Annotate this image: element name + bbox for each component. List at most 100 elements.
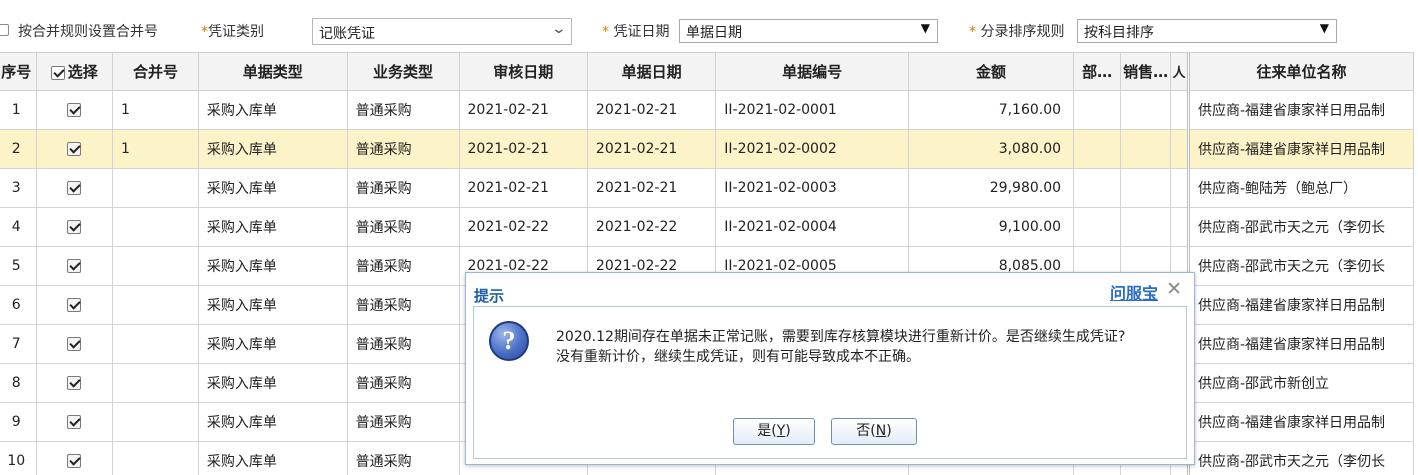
filter-bar: 按合并规则设置合并号 *凭证类别 记账凭证 ⌄ * 凭证日期 单据日期 ▼ * … xyxy=(0,0,1418,52)
checkbox-checked-icon[interactable] xyxy=(67,220,82,234)
merge-rule-checkbox[interactable] xyxy=(0,24,9,36)
yes-button[interactable]: 是(Y) xyxy=(733,418,815,445)
table-row[interactable]: 4 采购入库单 普通采购 2021-02-22 2021-02-22 II-2021-02… xyxy=(0,207,1415,247)
cell-seq: 6 xyxy=(0,285,37,325)
cell-select[interactable] xyxy=(35,441,114,475)
cell-seq: 2 xyxy=(0,129,37,169)
cell-dept xyxy=(1073,168,1122,208)
cell-merge xyxy=(112,246,199,286)
col-header-sales[interactable]: 销售… xyxy=(1120,52,1171,91)
dialog-message-line2: 没有重新计价，继续生成凭证，则有可能导致成本不正确。 xyxy=(556,349,920,365)
cell-amount: 9,100.00 xyxy=(907,207,1075,247)
cell-person xyxy=(1169,90,1190,130)
cell-select[interactable] xyxy=(35,363,114,403)
cell-seq: 5 xyxy=(0,246,37,286)
cell-doc-date: 2021-02-21 xyxy=(586,129,717,169)
cell-merge xyxy=(112,207,199,247)
cell-amount: 29,980.00 xyxy=(907,168,1075,208)
cell-select[interactable] xyxy=(35,129,114,169)
checkbox-checked-icon[interactable] xyxy=(67,181,82,195)
col-header-person[interactable]: 人 xyxy=(1169,52,1190,91)
cell-doc-type: 采购入库单 xyxy=(197,207,348,247)
voucher-type-value: 记账凭证 xyxy=(319,26,375,42)
checkbox-checked-icon[interactable] xyxy=(67,298,82,312)
cell-party: 供应商-福建省康家祥日用品制 xyxy=(1187,129,1415,169)
cell-select[interactable] xyxy=(35,207,114,247)
cell-person xyxy=(1169,129,1190,169)
cell-doc-type: 采购入库单 xyxy=(197,246,348,286)
chevron-down-icon: ⌄ xyxy=(550,21,568,37)
checkbox-checked-icon[interactable] xyxy=(67,142,82,156)
col-header-party[interactable]: 往来单位名称 xyxy=(1187,52,1415,91)
select-all-checkbox-icon[interactable] xyxy=(50,65,65,80)
cell-merge xyxy=(112,402,199,442)
cell-audit-date: 2021-02-22 xyxy=(458,207,588,247)
sort-rule-select[interactable]: 按科目排序 ▼ xyxy=(1077,19,1337,43)
checkbox-checked-icon[interactable] xyxy=(67,415,82,429)
cell-dept xyxy=(1073,207,1122,247)
voucher-type-label: *凭证类别 xyxy=(201,24,264,40)
cell-merge: 1 xyxy=(112,129,199,169)
cell-party: 供应商-邵武市天之元（李仞长 xyxy=(1187,441,1415,475)
checkbox-checked-icon[interactable] xyxy=(67,259,82,273)
cell-select[interactable] xyxy=(35,246,114,286)
dialog-title: 提示 xyxy=(474,287,505,305)
cell-audit-date: 2021-02-21 xyxy=(458,168,588,208)
cell-sales xyxy=(1120,168,1171,208)
cell-doc-no: II-2021-02-0003 xyxy=(715,168,909,208)
cell-biz-type: 普通采购 xyxy=(346,90,460,130)
cell-doc-type: 采购入库单 xyxy=(197,90,348,130)
checkbox-checked-icon[interactable] xyxy=(67,337,82,351)
cell-doc-date: 2021-02-22 xyxy=(586,207,717,247)
cell-merge xyxy=(112,324,199,364)
cell-biz-type: 普通采购 xyxy=(346,363,460,403)
cell-select[interactable] xyxy=(35,324,114,364)
col-header-select[interactable]: 选择 xyxy=(35,52,114,91)
close-icon[interactable]: ✕ xyxy=(1166,278,1182,300)
cell-select[interactable] xyxy=(35,168,114,208)
table-row[interactable]: 3 采购入库单 普通采购 2021-02-21 2021-02-21 II-2021-02… xyxy=(0,168,1415,208)
cell-biz-type: 普通采购 xyxy=(346,441,460,475)
merge-rule-label: 按合并规则设置合并号 xyxy=(18,24,158,40)
table-row[interactable]: 2 1 采购入库单 普通采购 2021-02-21 2021-02-21 II-2021-0… xyxy=(0,129,1415,169)
help-link[interactable]: 问服宝 xyxy=(1110,280,1158,304)
col-header-doc-no[interactable]: 单据编号 xyxy=(715,52,909,91)
cell-seq: 7 xyxy=(0,324,37,364)
cell-party: 供应商-福建省康家祥日用品制 xyxy=(1187,324,1415,364)
checkbox-checked-icon[interactable] xyxy=(67,376,82,390)
checkbox-checked-icon[interactable] xyxy=(67,454,82,468)
table-row[interactable]: 1 1 采购入库单 普通采购 2021-02-21 2021-02-21 II-2021-0… xyxy=(0,90,1415,130)
col-header-doc-date[interactable]: 单据日期 xyxy=(586,52,717,91)
cell-doc-type: 采购入库单 xyxy=(197,129,348,169)
dialog-titlebar[interactable]: 提示 问服宝 ✕ xyxy=(466,273,1194,307)
cell-doc-date: 2021-02-21 xyxy=(586,168,717,208)
sort-rule-label: * 分录排序规则 xyxy=(969,24,1065,40)
cell-seq: 9 xyxy=(0,402,37,442)
col-header-merge[interactable]: 合并号 xyxy=(112,52,199,91)
dialog-message-line1: 2020.12期间存在单据未正常记账，需要到库存核算模块进行重新计价。是否继续生… xyxy=(556,329,1126,345)
voucher-date-label: * 凭证日期 xyxy=(602,24,670,40)
cell-select[interactable] xyxy=(35,402,114,442)
cell-amount: 7,160.00 xyxy=(907,90,1075,130)
col-header-seq[interactable]: 序号 xyxy=(0,52,37,91)
col-header-dept[interactable]: 部… xyxy=(1073,52,1122,91)
cell-person xyxy=(1169,207,1190,247)
dialog-body: ? 2020.12期间存在单据未正常记账，需要到库存核算模块进行重新计价。是否继… xyxy=(473,306,1187,459)
cell-doc-no: II-2021-02-0001 xyxy=(715,90,909,130)
table-header-row: 序号 选择 合并号 单据类型 业务类型 审核日期 单据日期 单据编号 金额 部…… xyxy=(0,52,1415,91)
voucher-type-select[interactable]: 记账凭证 ⌄ xyxy=(312,18,572,45)
voucher-date-select[interactable]: 单据日期 ▼ xyxy=(679,19,938,43)
col-header-biz-type[interactable]: 业务类型 xyxy=(346,52,460,91)
cell-biz-type: 普通采购 xyxy=(346,129,460,169)
cell-party: 供应商-邵武市新创立 xyxy=(1187,363,1415,403)
col-header-audit-date[interactable]: 审核日期 xyxy=(458,52,588,91)
cell-select[interactable] xyxy=(35,90,114,130)
cell-select[interactable] xyxy=(35,285,114,325)
checkbox-checked-icon[interactable] xyxy=(67,103,82,117)
no-button[interactable]: 否(N) xyxy=(831,418,917,445)
cell-doc-type: 采购入库单 xyxy=(197,441,348,475)
cell-doc-no: II-2021-02-0002 xyxy=(715,129,909,169)
col-header-amount[interactable]: 金额 xyxy=(907,52,1075,91)
col-header-doc-type[interactable]: 单据类型 xyxy=(197,52,348,91)
cell-party: 供应商-鲍陆芳（鲍总厂） xyxy=(1187,168,1415,208)
